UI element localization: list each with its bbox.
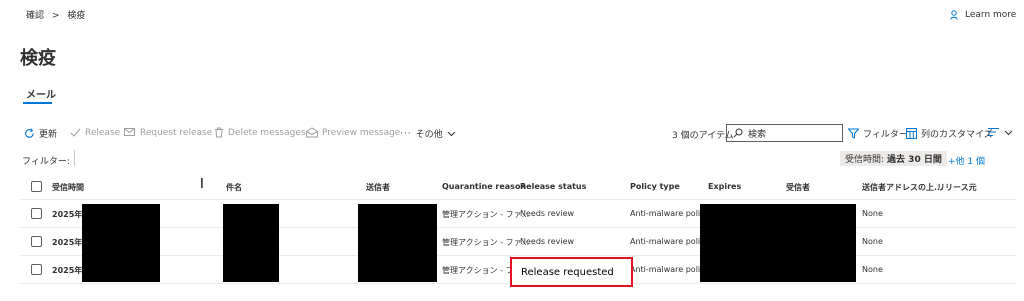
column-header-expires[interactable]: Expires bbox=[708, 182, 741, 191]
filter-chip-label: 受信時間: bbox=[845, 155, 885, 165]
cell-sender-address: None bbox=[862, 209, 883, 218]
cell-reason: 管理アクション - ファ... bbox=[442, 238, 530, 247]
refresh-icon bbox=[25, 128, 34, 138]
customize-columns-label: 列のカスタマイズ bbox=[921, 130, 993, 140]
cell-received: 2025年 bbox=[52, 238, 83, 247]
cell-policy-type: Anti-malware policy bbox=[630, 265, 710, 274]
column-header-recipient[interactable]: 受信者 bbox=[786, 182, 810, 193]
item-count: 3 個のアイテム bbox=[672, 131, 734, 141]
request-release-button[interactable]: Request release bbox=[124, 127, 212, 138]
cell-release-status: Release requested bbox=[521, 266, 614, 278]
cell-sender-address: None bbox=[862, 237, 883, 246]
list-lines-icon bbox=[988, 127, 999, 137]
filter-label: フィルター bbox=[863, 130, 908, 140]
column-header-released-by[interactable]: リリース元 bbox=[937, 182, 977, 193]
more-actions-button[interactable]: ··· その他 bbox=[400, 127, 456, 140]
redacted-block bbox=[82, 204, 160, 282]
delete-messages-label: Delete messages bbox=[228, 127, 306, 138]
column-header-received[interactable]: 受信時間 bbox=[52, 182, 84, 193]
cell-received: 2025年 bbox=[52, 266, 83, 275]
release-status-highlight: Release requested bbox=[510, 257, 633, 287]
row-checkbox[interactable] bbox=[31, 236, 42, 247]
more-filters-link[interactable]: +他 1 個 bbox=[948, 154, 985, 167]
row-checkbox[interactable] bbox=[31, 208, 42, 219]
refresh-button[interactable]: 更新 bbox=[24, 127, 57, 140]
column-header-policy-type[interactable]: Policy type bbox=[630, 182, 680, 191]
cell-received: 2025年 bbox=[52, 210, 83, 219]
redacted-block bbox=[223, 204, 279, 282]
search-icon bbox=[733, 128, 743, 138]
person-help-icon bbox=[950, 10, 958, 20]
select-all-checkbox[interactable] bbox=[31, 181, 42, 192]
checkmark-icon bbox=[70, 128, 81, 137]
tab-mail-underline bbox=[23, 102, 52, 104]
tab-mail-label: メール bbox=[26, 90, 56, 101]
learn-more-link[interactable]: Learn more bbox=[950, 10, 1016, 20]
cell-reason: 管理アクション - ファ... bbox=[442, 210, 530, 219]
search-box[interactable]: 検索 bbox=[726, 124, 843, 142]
request-release-label: Request release bbox=[140, 127, 213, 138]
preview-message-button[interactable]: Preview message bbox=[306, 127, 400, 138]
redacted-block bbox=[358, 204, 437, 282]
preview-message-label: Preview message bbox=[322, 127, 401, 138]
envelope-open-icon bbox=[306, 127, 318, 138]
more-actions-label: その他 bbox=[415, 130, 443, 140]
message-request-icon bbox=[124, 128, 135, 136]
column-header-sender-address[interactable]: 送信者アドレスの上... bbox=[862, 182, 943, 193]
filter-icon bbox=[848, 128, 859, 139]
release-button[interactable]: Release bbox=[70, 127, 120, 138]
tab-mail[interactable]: メール bbox=[26, 86, 56, 101]
column-header-quarantine-reason[interactable]: Quarantine reason bbox=[442, 182, 526, 191]
breadcrumb: 確認 > 検疫 bbox=[26, 8, 85, 21]
trash-icon bbox=[215, 127, 223, 138]
ellipsis-icon: ··· bbox=[400, 128, 412, 139]
redacted-block bbox=[700, 204, 856, 282]
columns-icon bbox=[906, 128, 917, 139]
view-options-button[interactable] bbox=[988, 127, 1013, 137]
cell-release-status: Needs review bbox=[520, 209, 575, 218]
learn-more-label: Learn more bbox=[965, 10, 1017, 20]
chevron-down-icon bbox=[447, 131, 455, 137]
cell-policy-type: Anti-malware policy bbox=[630, 237, 710, 246]
text-cursor-icon: I bbox=[200, 177, 204, 192]
breadcrumb-current: 検疫 bbox=[67, 11, 86, 21]
breadcrumb-separator: > bbox=[51, 11, 60, 21]
cell-policy-type: Anti-malware policy bbox=[630, 209, 710, 218]
filter-button[interactable]: フィルター bbox=[848, 127, 908, 140]
column-header-sender[interactable]: 送信者 bbox=[366, 182, 390, 193]
release-label: Release bbox=[85, 127, 121, 138]
filter-label: フィルター: bbox=[22, 157, 70, 167]
cell-sender-address: None bbox=[862, 265, 883, 274]
column-header-subject[interactable]: 件名 bbox=[226, 182, 242, 193]
column-header-release-status[interactable]: Release status bbox=[520, 182, 586, 191]
filter-chip-value: 過去 30 日間 bbox=[887, 155, 942, 165]
filter-chip-received-time[interactable]: 受信時間: 過去 30 日間 bbox=[840, 151, 947, 166]
filter-input[interactable] bbox=[74, 150, 838, 166]
customize-columns-button[interactable]: 列のカスタマイズ bbox=[906, 127, 993, 140]
breadcrumb-parent[interactable]: 確認 bbox=[26, 11, 44, 21]
chevron-down-icon bbox=[1004, 130, 1013, 135]
row-checkbox[interactable] bbox=[31, 264, 42, 275]
cell-release-status: Needs review bbox=[520, 237, 575, 246]
page-title: 検疫 bbox=[20, 48, 56, 69]
delete-messages-button[interactable]: Delete messages bbox=[214, 127, 306, 138]
search-input[interactable]: 検索 bbox=[748, 127, 766, 140]
refresh-label: 更新 bbox=[39, 130, 58, 140]
